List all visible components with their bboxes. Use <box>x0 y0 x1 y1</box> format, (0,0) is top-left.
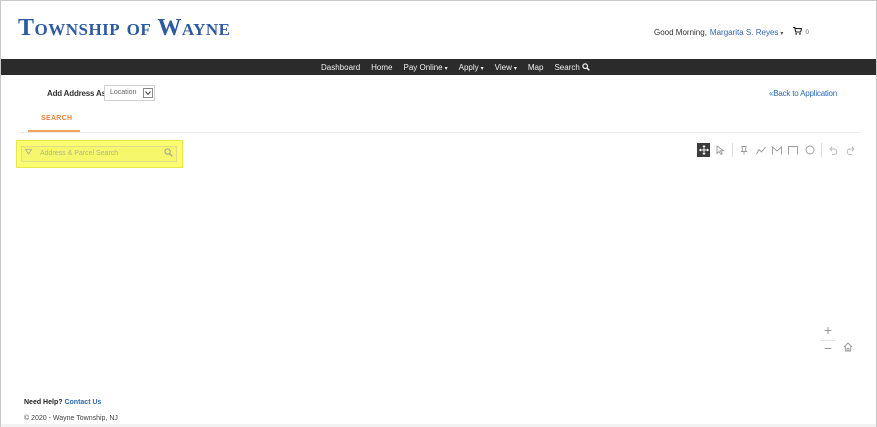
user-menu-button[interactable]: Margarita S. Reyes ▾ <box>710 28 783 37</box>
site-header: Township of Wayne Good Morning, Margarita… <box>1 1 876 59</box>
greeting-text: Good Morning, <box>654 28 707 37</box>
help-label: Need Help? <box>24 399 63 406</box>
nav-item-pay-online[interactable]: Pay Online ▾ <box>403 63 447 72</box>
chevron-down-icon: ▾ <box>480 65 484 72</box>
home-icon <box>843 342 853 355</box>
filter-dropdown-icon[interactable] <box>24 149 33 157</box>
nav-item-label: Dashboard <box>321 62 361 72</box>
measure-icon[interactable] <box>770 143 783 157</box>
search-input[interactable]: Address & Parcel Search <box>40 150 118 157</box>
nav-item-label: Map <box>527 62 544 72</box>
user-name: Margarita S. Reyes <box>709 28 779 37</box>
toolbar-divider <box>821 143 823 157</box>
cart-count: 0 <box>805 30 809 36</box>
rectangle-icon[interactable] <box>787 143 800 157</box>
tab-search[interactable]: SEARCH <box>28 115 85 131</box>
map-toolbar <box>697 140 860 160</box>
search-icon[interactable] <box>164 148 173 159</box>
search-icon <box>582 62 590 72</box>
page: Township of Wayne Good Morning, Margarita… <box>0 0 877 427</box>
zoom-out-button[interactable]: − <box>820 340 836 356</box>
zoom-in-button[interactable]: + <box>820 323 836 339</box>
nav-item-label: Home <box>371 62 393 72</box>
undo-icon[interactable] <box>827 143 840 157</box>
nav-item-map[interactable]: Map <box>528 63 544 72</box>
user-greeting: Good Morning, Margarita S. Reyes ▾ <box>654 28 783 37</box>
add-address-label: Add Address As <box>47 89 106 98</box>
back-to-application-link[interactable]: «Back to Application <box>769 89 837 98</box>
copyright-text: © 2020 - Wayne Township, NJ <box>24 415 118 422</box>
cart-icon <box>793 26 805 37</box>
chevron-down-icon: ▾ <box>513 65 517 72</box>
nav-item-dashboard[interactable]: Dashboard <box>321 63 360 72</box>
pan-icon[interactable] <box>697 143 711 157</box>
nav-item-label: Pay Online <box>403 62 443 72</box>
nav-item-label: Search <box>554 62 580 72</box>
chevron-down-icon: ▾ <box>780 31 784 37</box>
cart-button[interactable]: 0 <box>793 26 809 37</box>
toolbar-divider <box>731 143 733 157</box>
point-icon[interactable] <box>738 143 751 157</box>
nav-item-label: Apply <box>458 62 479 72</box>
chevron-down-icon: ▾ <box>444 65 448 72</box>
main-nav: Dashboard Home Pay Online ▾ Apply ▾ View ▾ … <box>1 59 876 75</box>
address-parcel-search[interactable]: Address & Parcel Search <box>21 146 177 162</box>
contact-us-link[interactable]: Contact Us <box>64 399 101 406</box>
nav-item-view[interactable]: View ▾ <box>495 63 517 72</box>
address-type-select[interactable]: Location <box>104 85 155 101</box>
nav-item-home[interactable]: Home <box>371 63 392 72</box>
select-icon[interactable] <box>713 143 726 157</box>
circle-icon[interactable] <box>803 143 816 157</box>
chevron-down-icon <box>143 88 153 98</box>
township-logo[interactable]: Township of Wayne <box>18 15 230 42</box>
nav-item-label: View <box>494 62 512 72</box>
help-text: Need Help? Contact Us <box>24 399 101 406</box>
redo-icon[interactable] <box>844 143 857 157</box>
home-extent-button[interactable] <box>840 341 856 357</box>
line-icon[interactable] <box>754 143 767 157</box>
tab-divider <box>18 132 860 133</box>
address-type-value: Location <box>110 89 137 96</box>
nav-item-apply[interactable]: Apply ▾ <box>459 63 484 72</box>
nav-item-search[interactable]: Search <box>554 63 590 72</box>
